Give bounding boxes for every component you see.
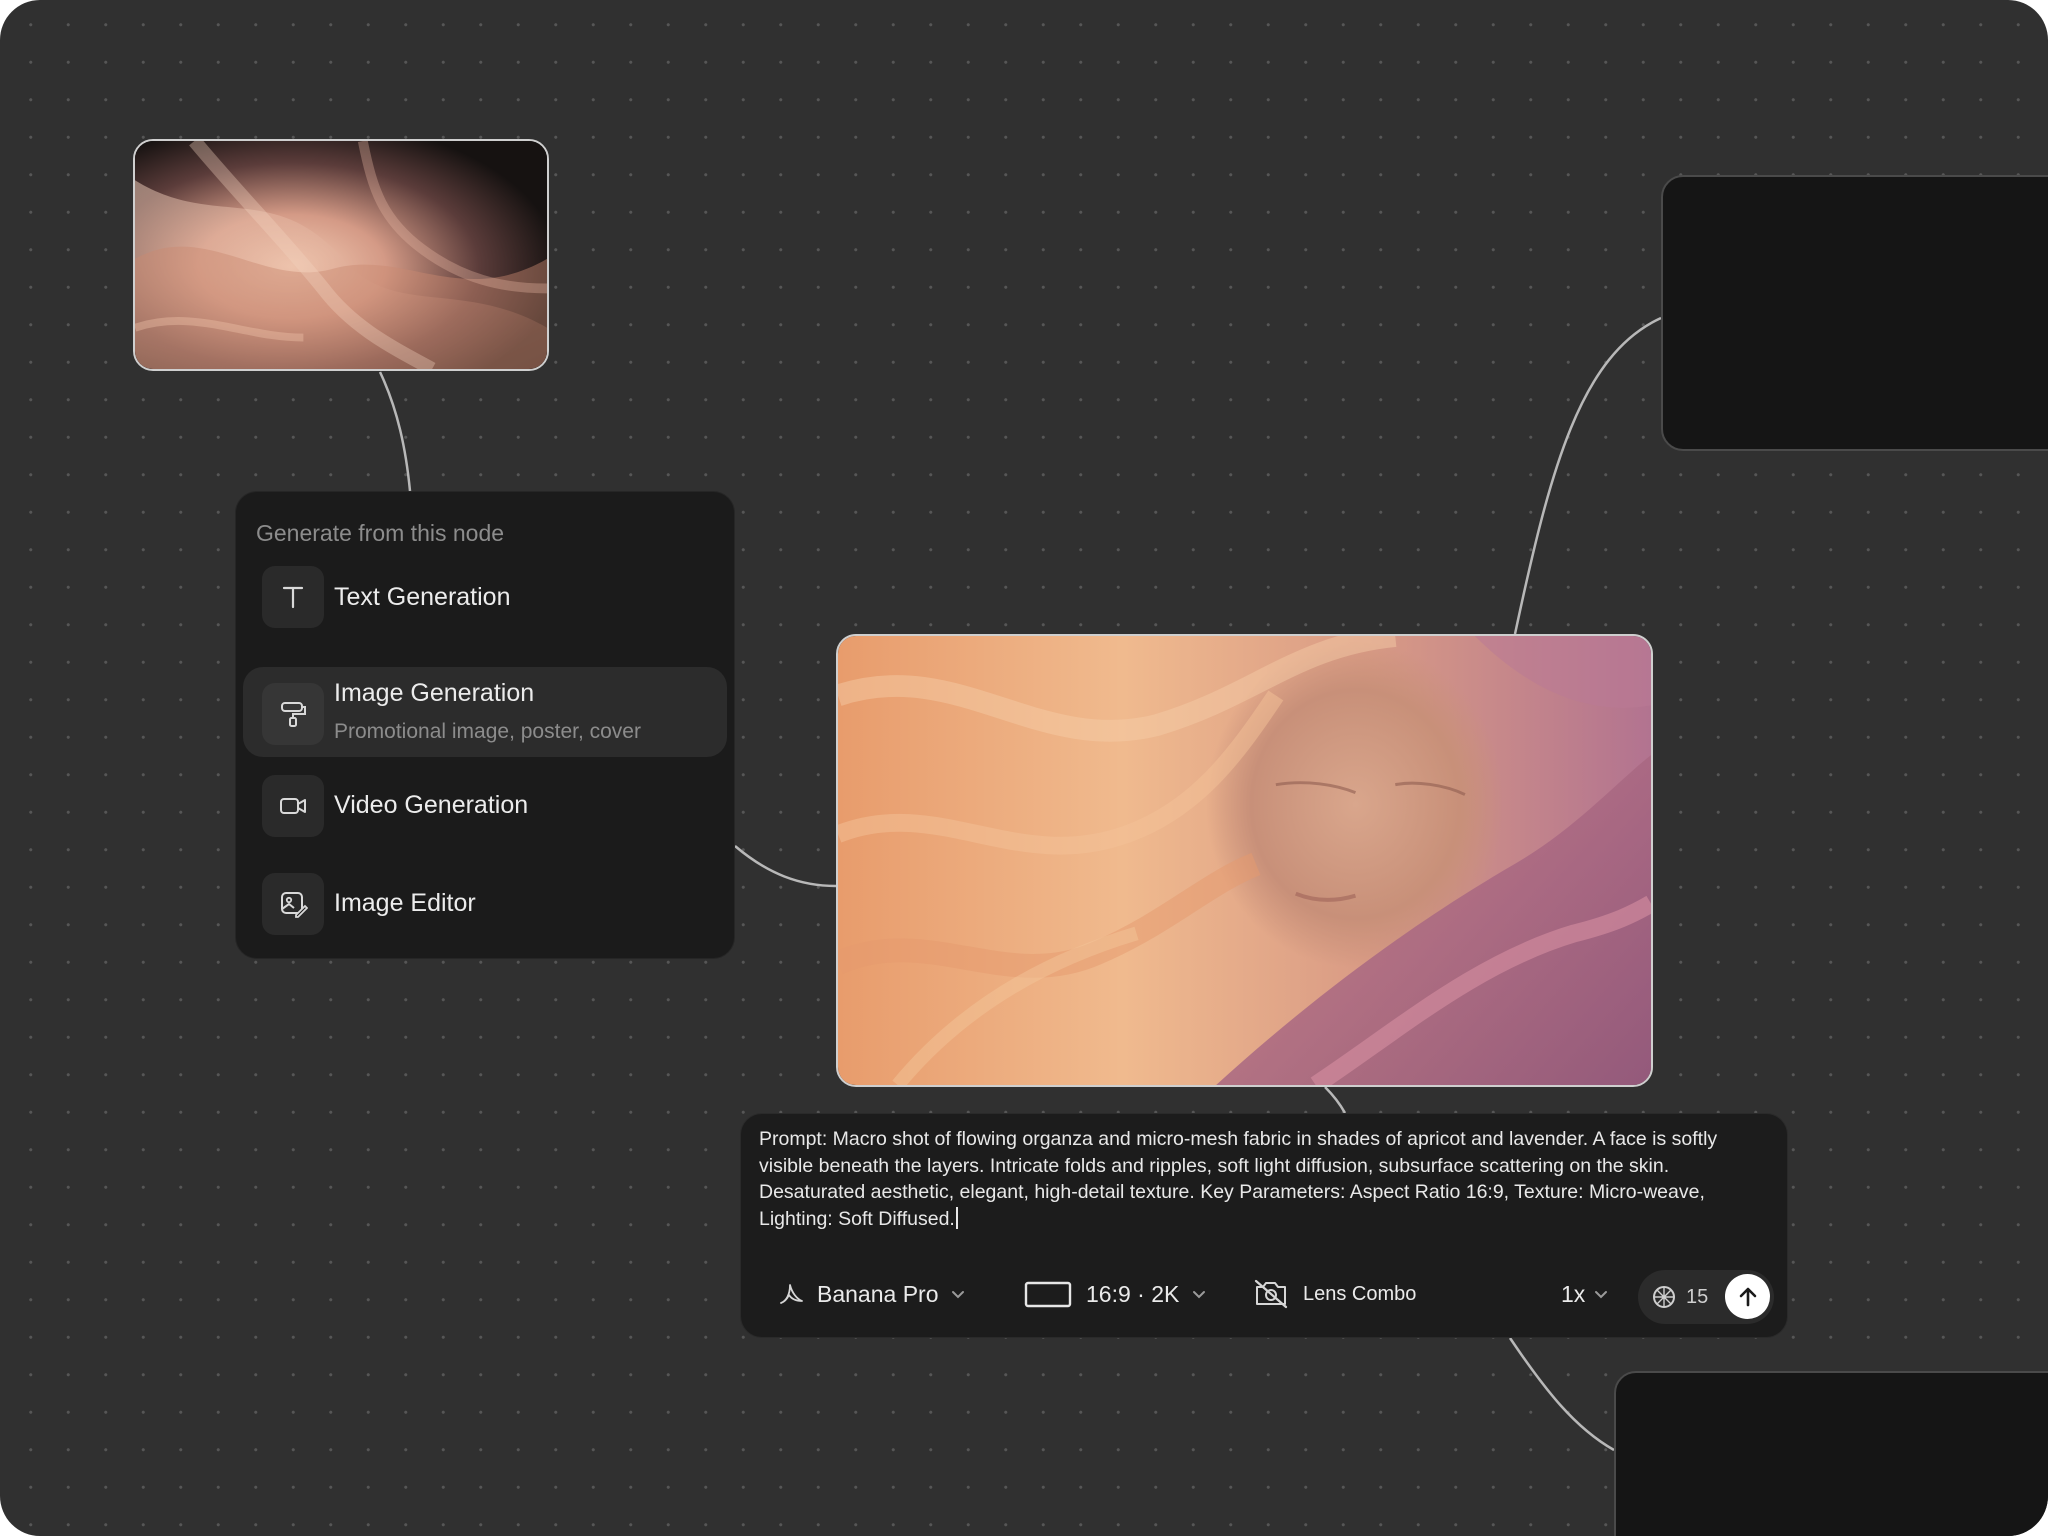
menu-item-video-generation[interactable]: Video Generation xyxy=(243,767,727,845)
connector-menu-to-main xyxy=(734,845,837,888)
aspect-resolution-selector[interactable]: 16:9 · 2K xyxy=(1024,1268,1207,1320)
banana-icon xyxy=(780,1284,803,1304)
send-button[interactable] xyxy=(1725,1274,1770,1319)
menu-item-label: Image Generation xyxy=(334,679,535,707)
menu-item-image-editor[interactable]: Image Editor xyxy=(243,865,727,943)
lens-combo-toggle[interactable]: Lens Combo xyxy=(1253,1268,1416,1320)
chevron-down-icon xyxy=(952,1291,965,1299)
menu-item-text-generation[interactable]: Text Generation xyxy=(243,558,727,636)
text-caret xyxy=(955,1206,958,1229)
paint-roller-icon xyxy=(262,683,324,745)
connector-prompt-to-right-bottom xyxy=(1508,1337,1615,1452)
generated-face-image xyxy=(838,636,1651,1085)
connector-main-to-right-top xyxy=(1513,316,1662,635)
menu-item-image-generation[interactable]: Image Generation Promotional image, post… xyxy=(243,667,727,757)
credits-icon xyxy=(1653,1286,1675,1308)
prompt-text: Prompt: Macro shot of flowing organza an… xyxy=(759,1128,1718,1230)
menu-item-sublabel: Promotional image, poster, cover xyxy=(334,720,641,743)
image-node-fabric[interactable] xyxy=(133,139,549,371)
text-t-icon xyxy=(262,566,324,628)
generate-menu: Generate from this node Text Generation … xyxy=(235,491,735,959)
arrow-up-icon xyxy=(1739,1287,1756,1306)
empty-node-top-right[interactable] xyxy=(1661,175,2048,451)
aspect-ratio-icon xyxy=(1024,1281,1072,1308)
credits-display: 15 xyxy=(1650,1270,1708,1324)
image-edit-icon xyxy=(262,873,324,935)
count-selector[interactable]: 1x xyxy=(1561,1268,1609,1320)
lens-combo-label: Lens Combo xyxy=(1303,1282,1417,1305)
prompt-input[interactable]: Prompt: Macro shot of flowing organza an… xyxy=(759,1126,1759,1232)
image-node-generated[interactable] xyxy=(836,634,1653,1087)
video-camera-icon xyxy=(262,775,324,837)
canvas[interactable]: Generate from this node Text Generation … xyxy=(0,0,2048,1536)
connector-small-to-menu xyxy=(378,371,412,492)
count-value: 1x xyxy=(1561,1280,1586,1307)
menu-item-label: Text Generation xyxy=(334,583,511,611)
credits-value: 15 xyxy=(1686,1285,1709,1308)
fabric-image xyxy=(135,141,547,369)
connector-main-to-prompt xyxy=(1324,1086,1347,1114)
aspect-resolution-value: 16:9 · 2K xyxy=(1086,1280,1180,1307)
model-selector[interactable]: Banana Pro xyxy=(775,1268,966,1320)
chevron-down-icon xyxy=(1193,1291,1206,1299)
menu-item-label: Image Editor xyxy=(334,889,476,917)
camera-off-icon xyxy=(1254,1279,1288,1309)
menu-header: Generate from this node xyxy=(256,520,505,546)
empty-node-bottom-right[interactable] xyxy=(1614,1371,2048,1536)
chevron-down-icon xyxy=(1595,1291,1608,1299)
model-name: Banana Pro xyxy=(817,1280,939,1307)
menu-item-label: Video Generation xyxy=(334,791,529,819)
